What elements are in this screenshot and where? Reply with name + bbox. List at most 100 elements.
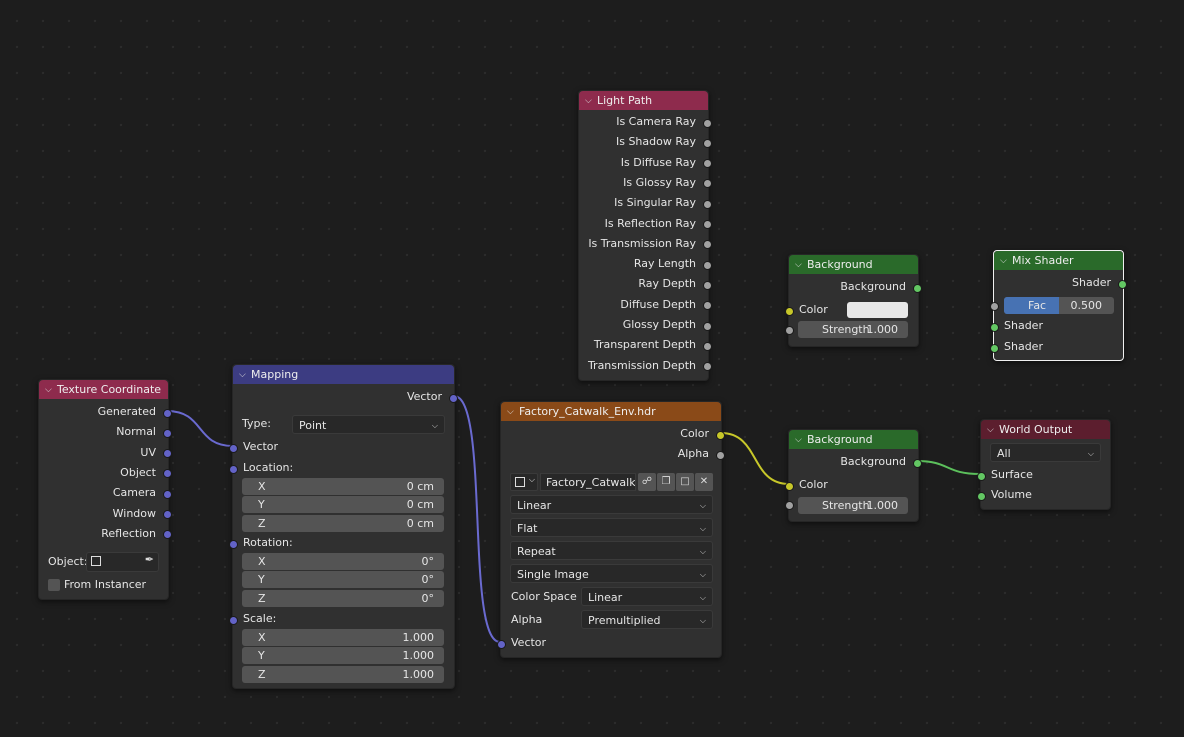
output-row: Is Transmission Ray (579, 235, 712, 253)
output-socket[interactable] (703, 362, 712, 372)
collapse-chevron-icon[interactable]: ⌵ (795, 260, 807, 270)
output-socket[interactable] (163, 510, 172, 519)
mapping-header[interactable]: ⌵ Mapping (233, 365, 454, 384)
color-output-socket[interactable] (716, 430, 725, 440)
vector-component-field[interactable]: Y 0 cm (242, 496, 444, 514)
colorspace-dropdown[interactable]: Linear ⌵ (581, 587, 713, 606)
scale-input-socket[interactable] (229, 615, 238, 625)
shader-output-socket[interactable] (1118, 279, 1127, 289)
vector-input-socket[interactable] (497, 639, 506, 649)
fac-slider[interactable]: Fac 0.500 (1004, 297, 1114, 314)
vector-component-field[interactable]: X 0° (242, 553, 444, 570)
folder-icon[interactable]: □ (676, 473, 694, 491)
output-socket[interactable] (703, 260, 712, 270)
vector-component-field[interactable]: Y 1.000 (242, 647, 444, 665)
strength-input-socket[interactable] (785, 326, 794, 335)
rotation-input-socket[interactable] (229, 539, 238, 549)
vector-output-socket[interactable] (449, 393, 458, 403)
output-socket[interactable] (703, 341, 712, 351)
background-header[interactable]: ⌵ Background (789, 255, 918, 274)
collapse-chevron-icon[interactable]: ⌵ (45, 385, 57, 395)
color-swatch[interactable] (847, 302, 908, 318)
alpha-mode-dropdown[interactable]: Premultiplied ⌵ (581, 610, 713, 629)
output-socket[interactable] (163, 530, 172, 540)
output-label: Window (112, 506, 156, 520)
dropdown-value: Single Image (517, 568, 589, 581)
shader-output-socket[interactable] (913, 458, 922, 468)
output-socket[interactable] (163, 408, 172, 418)
output-socket[interactable] (163, 469, 172, 479)
duplicate-icon[interactable]: ❐ (657, 473, 675, 491)
output-socket[interactable] (703, 220, 712, 229)
texture-coordinate-header[interactable]: ⌵ Texture Coordinate (39, 380, 168, 399)
strength-input-socket[interactable] (785, 501, 794, 510)
input-label: Color (799, 303, 828, 316)
volume-input-socket[interactable] (977, 491, 986, 501)
collapse-chevron-icon[interactable]: ⌵ (1000, 256, 1012, 266)
fac-input-socket[interactable] (990, 302, 999, 311)
object-picker[interactable]: ✒ (86, 552, 159, 572)
from-instancer-checkbox[interactable] (48, 579, 60, 591)
light-path-header[interactable]: ⌵ Light Path (579, 91, 708, 110)
vector-component-field[interactable]: X 1.000 (242, 629, 444, 646)
mix-shader-header[interactable]: ⌵ Mix Shader (994, 251, 1123, 270)
output-socket[interactable] (163, 449, 172, 459)
vector-component-field[interactable]: Z 0 cm (242, 514, 444, 532)
output-socket[interactable] (703, 240, 712, 250)
mapping-node[interactable]: ⌵ Mapping Vector Type: Point ⌵ Vector Lo… (229, 364, 458, 689)
image-browse-button[interactable]: ⌵ (510, 473, 538, 491)
surface-input-socket[interactable] (977, 471, 986, 481)
image-texture-header[interactable]: ⌵ Factory_Catwalk_Env.hdr (501, 402, 721, 421)
extension-dropdown[interactable]: Repeat ⌵ (510, 541, 713, 560)
source-dropdown[interactable]: Single Image ⌵ (510, 564, 713, 583)
background-node-bottom[interactable]: ⌵ Background Background Color Strength 1… (785, 429, 922, 522)
vector-component-field[interactable]: Y 0° (242, 571, 444, 589)
alpha-output-socket[interactable] (716, 450, 725, 460)
output-socket[interactable] (163, 489, 172, 499)
collapse-chevron-icon[interactable]: ⌵ (795, 435, 807, 445)
collapse-chevron-icon[interactable]: ⌵ (507, 407, 519, 417)
texture-coordinate-node[interactable]: ⌵ Texture Coordinate Generated Normal UV Ob… (38, 379, 172, 600)
image-name-field[interactable]: Factory_Catwalk_... (540, 473, 636, 491)
background-node-top[interactable]: ⌵ Background Background Color Strength 1… (785, 254, 922, 347)
target-dropdown[interactable]: All ⌵ (990, 443, 1101, 462)
mix-shader-node[interactable]: ⌵ Mix Shader Shader Fac 0.500 Shader Sha… (990, 250, 1127, 361)
output-socket[interactable] (703, 199, 712, 209)
fake-user-shield-icon[interactable]: ☍ (638, 473, 656, 491)
strength-field[interactable]: Strength 1.000 (798, 321, 908, 338)
light-path-node[interactable]: ⌵ Light Path Is Camera Ray Is Shadow Ray I… (578, 90, 712, 381)
vector-input-socket[interactable] (229, 443, 238, 453)
input-rotation: Rotation: (229, 534, 454, 552)
interpolation-dropdown[interactable]: Linear ⌵ (510, 495, 713, 514)
background-header[interactable]: ⌵ Background (789, 430, 918, 449)
collapse-chevron-icon[interactable]: ⌵ (239, 370, 251, 380)
shader-input-socket[interactable] (990, 343, 999, 353)
output-socket[interactable] (703, 159, 712, 169)
close-icon[interactable]: ✕ (695, 473, 713, 491)
output-socket[interactable] (703, 301, 712, 311)
vector-component-field[interactable]: Z 0° (242, 589, 444, 607)
color-input-socket[interactable] (785, 306, 794, 316)
vector-component-field[interactable]: Z 1.000 (242, 665, 444, 683)
eyedropper-icon[interactable]: ✒ (145, 553, 154, 566)
projection-dropdown[interactable]: Flat ⌵ (510, 518, 713, 537)
image-texture-node[interactable]: ⌵ Factory_Catwalk_Env.hdr Color Alpha ⌵ … (497, 401, 725, 658)
output-socket[interactable] (703, 179, 712, 189)
output-socket[interactable] (703, 118, 712, 128)
location-input-socket[interactable] (229, 464, 238, 474)
vector-component-field[interactable]: X 0 cm (242, 478, 444, 495)
world-output-node[interactable]: ⌵ World Output All ⌵ Surface Volume (977, 419, 1111, 510)
collapse-chevron-icon[interactable]: ⌵ (987, 425, 999, 435)
output-socket[interactable] (703, 280, 712, 290)
type-dropdown[interactable]: Point ⌵ (292, 415, 445, 434)
world-output-header[interactable]: ⌵ World Output (981, 420, 1110, 439)
output-socket[interactable] (163, 428, 172, 438)
collapse-chevron-icon[interactable]: ⌵ (585, 96, 597, 106)
color-input-socket[interactable] (785, 481, 794, 491)
strength-field[interactable]: Strength 1.000 (798, 497, 908, 514)
output-socket[interactable] (703, 321, 712, 331)
shader-output-socket[interactable] (913, 283, 922, 293)
output-socket[interactable] (703, 138, 712, 148)
output-label: Object (120, 465, 156, 479)
shader-input-socket[interactable] (990, 322, 999, 332)
